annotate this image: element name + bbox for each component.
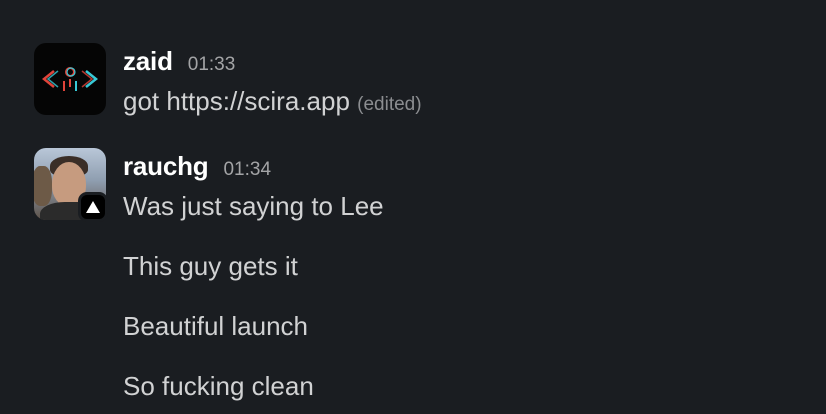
username[interactable]: zaid xyxy=(123,43,173,79)
avatar[interactable] xyxy=(34,43,106,115)
code-logo-icon xyxy=(41,67,99,91)
message-body: got https://scira.app xyxy=(123,86,350,116)
edited-label: (edited) xyxy=(357,94,422,115)
vercel-triangle-icon xyxy=(86,201,100,213)
timestamp[interactable]: 01:34 xyxy=(223,152,271,188)
message-text: So fucking clean xyxy=(123,371,314,401)
message-text: got https://scira.app (edited) xyxy=(123,79,422,127)
message-text: This guy gets it xyxy=(123,251,298,281)
avatar-owl xyxy=(34,166,52,206)
message-text: Was just saying to Lee xyxy=(123,191,384,221)
message-text: Beautiful launch xyxy=(123,311,309,341)
timestamp[interactable]: 01:33 xyxy=(188,47,236,83)
username[interactable]: rauchg xyxy=(123,148,209,184)
vercel-badge xyxy=(78,192,108,222)
